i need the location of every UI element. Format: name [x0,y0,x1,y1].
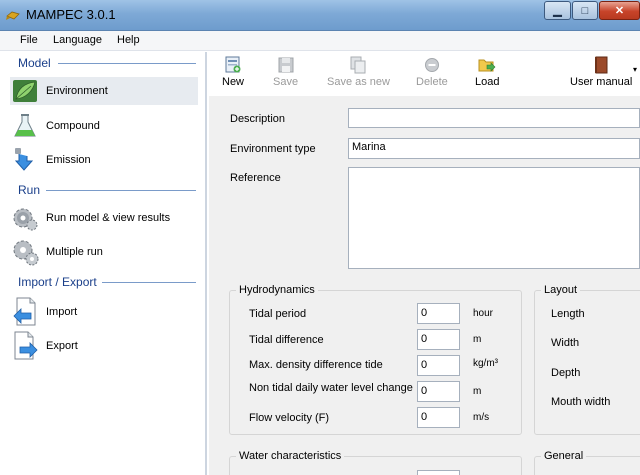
export-icon [10,331,40,360]
tidal-difference-input[interactable]: 0 [417,329,460,350]
emission-arrow-icon [10,146,40,174]
save-button-label: Save [273,76,299,88]
nav-label-emission: Emission [46,154,91,166]
nav-item-compound[interactable]: Compound [10,112,198,140]
maximize-button[interactable]: □ [572,1,598,20]
load-button-label: Load [475,76,500,88]
length-label: Length [551,308,585,320]
section-header-model: Model [18,56,51,70]
tidal-period-input[interactable]: 0 [417,303,460,324]
flask-icon [10,112,40,140]
menu-language[interactable]: Language [53,34,102,46]
water-characteristics-title: Water characteristics [236,450,345,462]
navigation-panel: Model Environment Compound Emission Run … [0,52,207,475]
minimize-button[interactable]: ▁ [544,1,571,20]
flow-velocity-label: Flow velocity (F) [249,412,330,424]
nav-label-run-model: Run model & view results [46,212,171,224]
menu-help[interactable]: Help [117,34,140,46]
description-input[interactable] [348,108,640,128]
layout-group: Layout Length Width Depth Mouth width [534,284,640,435]
nav-item-run-model[interactable]: Run model & view results [10,204,198,232]
hydrodynamics-title: Hydrodynamics [236,284,318,296]
folder-open-icon [478,59,496,72]
delete-button-label: Delete [416,76,448,88]
nav-item-emission[interactable]: Emission [10,146,198,174]
user-manual-button[interactable]: User manual [570,54,632,88]
nav-label-multiple-run: Multiple run [46,246,103,258]
delete-icon [424,58,439,72]
menu-bar: File Language Help [0,31,640,51]
copy-documents-icon [350,56,366,74]
mouth-width-label: Mouth width [551,396,611,408]
menu-file[interactable]: File [20,34,38,46]
import-icon [10,297,40,326]
nav-label-environment: Environment [46,85,108,97]
new-document-icon [225,56,241,73]
description-label: Description [230,113,286,125]
delete-button[interactable]: Delete [416,54,448,88]
save-as-new-button-label: Save as new [327,76,390,88]
section-divider [58,63,196,64]
non-tidal-level-change-label: Non tidal daily water level change [249,382,413,394]
reference-textarea[interactable] [348,167,640,269]
water-characteristics-group: Water characteristics [229,450,522,475]
general-group: General [534,450,640,475]
gears-icon [10,238,40,266]
flow-velocity-input[interactable]: 0 [417,407,460,428]
user-manual-button-label: User manual [570,76,633,88]
nav-label-compound: Compound [46,120,100,132]
max-density-difference-input[interactable]: 0 [417,355,460,376]
non-tidal-level-change-unit: m [473,386,482,397]
window-title: MAMPEC 3.0.1 [26,7,116,22]
hydrodynamics-group: Hydrodynamics Tidal period 0 hour Tidal … [229,284,522,435]
nav-item-export[interactable]: Export [10,330,198,362]
close-button[interactable]: ✕ [599,1,640,20]
tidal-period-unit: hour [473,308,494,319]
gear-icon [10,204,40,232]
nav-item-multiple-run[interactable]: Multiple run [10,238,198,266]
user-manual-dropdown-icon[interactable]: ▾ [633,65,637,74]
title-bar: MAMPEC 3.0.1 ▁ □ ✕ [0,0,640,31]
new-button-label: New [222,76,245,88]
layout-title: Layout [541,284,581,296]
section-header-run: Run [18,183,41,197]
tidal-period-label: Tidal period [249,308,307,320]
max-density-difference-label: Max. density difference tide [249,359,383,371]
leaf-icon [10,77,40,105]
save-button[interactable]: Save [273,54,298,88]
nav-item-import[interactable]: Import [10,296,198,328]
section-divider [46,190,196,191]
tidal-difference-unit: m [473,334,482,345]
environment-form: Description Environment type Marina Refe… [209,96,640,475]
reference-label: Reference [230,172,281,184]
app-icon [6,11,20,20]
book-icon [595,56,608,74]
non-tidal-level-change-input[interactable]: 0 [417,381,460,402]
depth-label: Depth [551,367,581,379]
flow-velocity-unit: m/s [473,412,490,423]
section-divider [102,282,196,283]
nav-item-environment[interactable]: Environment [10,77,198,105]
environment-type-label: Environment type [230,143,316,155]
width-label: Width [551,337,580,349]
max-density-difference-unit: kg/m³ [473,358,498,369]
water-characteristics-input[interactable] [417,470,460,475]
load-button[interactable]: Load [475,54,499,88]
nav-label-import: Import [46,306,78,318]
save-as-new-button[interactable]: Save as new [327,54,390,88]
new-button[interactable]: New [222,54,244,88]
environment-type-select[interactable]: Marina [348,138,640,159]
general-title: General [541,450,587,462]
nav-label-export: Export [46,340,78,352]
floppy-disk-icon [278,57,294,73]
toolbar: New Save Save as new Delete Load User ma… [209,52,640,96]
tidal-difference-label: Tidal difference [249,334,324,346]
section-header-import-export: Import / Export [18,275,97,289]
